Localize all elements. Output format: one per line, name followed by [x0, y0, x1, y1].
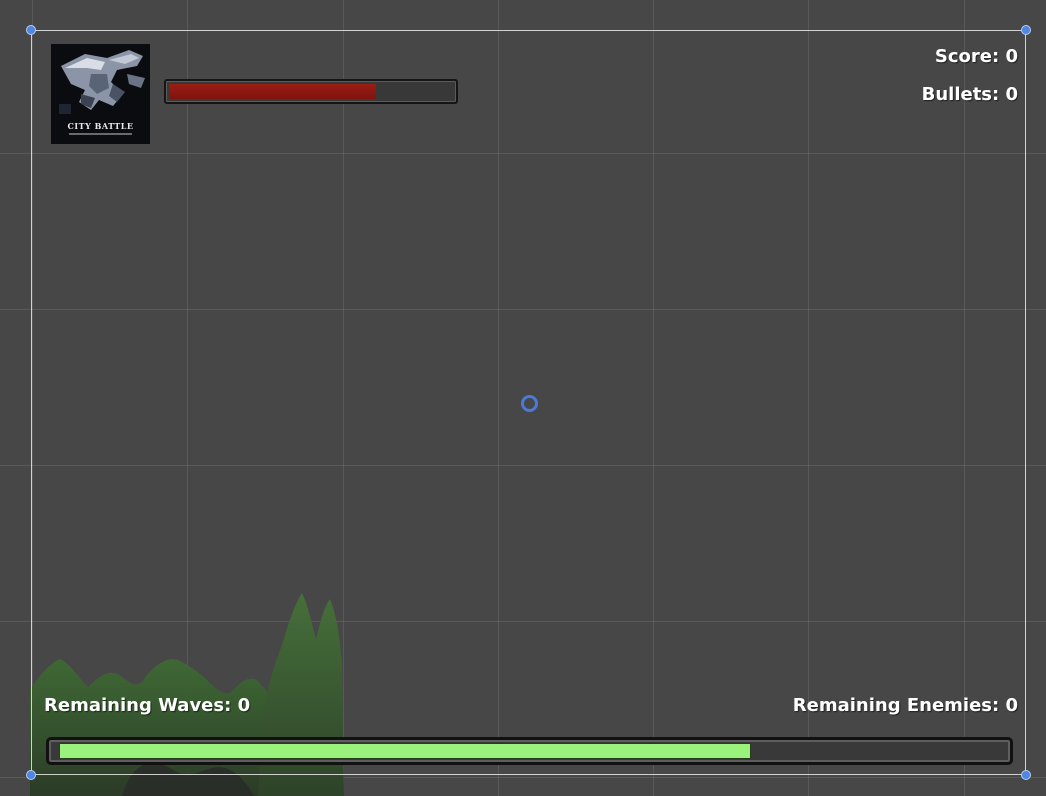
rect-handle-top-left[interactable]: [26, 25, 36, 35]
rect-handle-top-right[interactable]: [1021, 25, 1031, 35]
wave-progress-fill: [59, 743, 751, 759]
pivot-handle[interactable]: [521, 395, 538, 412]
remaining-enemies-label: Remaining Enemies: 0: [792, 695, 1018, 716]
logo-subtitle-bar: [69, 133, 132, 135]
game-viewport[interactable]: CITY BATTLE Score: 0 Bullets: 0 Remainin…: [0, 0, 1046, 796]
logo-title: CITY BATTLE: [67, 121, 134, 131]
health-bar: [164, 79, 458, 104]
game-logo: CITY BATTLE: [51, 44, 150, 144]
health-bar-fill: [169, 84, 376, 99]
rect-handle-bottom-right[interactable]: [1021, 770, 1031, 780]
bullets-label: Bullets: 0: [921, 84, 1018, 105]
score-label: Score: 0: [934, 46, 1018, 67]
rect-handle-bottom-left[interactable]: [26, 770, 36, 780]
wave-progress-bar: [46, 737, 1013, 765]
soldier-mech-icon: [51, 44, 150, 120]
remaining-waves-label: Remaining Waves: 0: [44, 695, 251, 716]
